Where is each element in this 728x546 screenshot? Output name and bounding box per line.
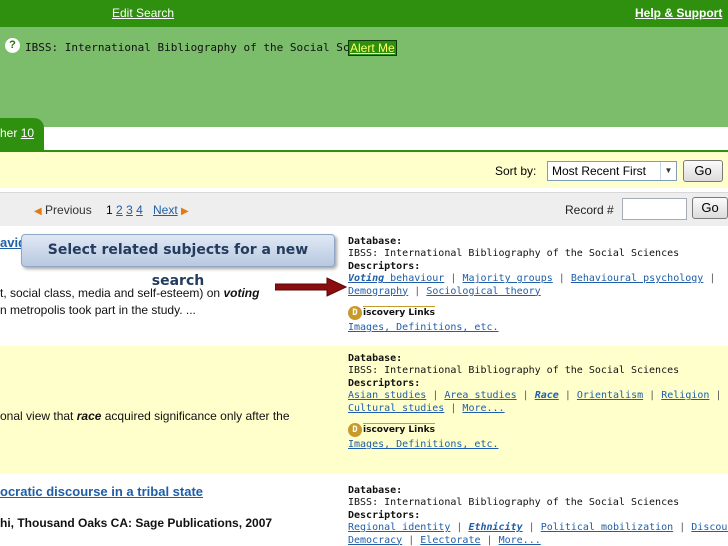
- descriptor-links: Democracy | Electorate | More...: [348, 534, 541, 546]
- sort-select[interactable]: Most Recent First ▼: [547, 161, 677, 181]
- tab-count[interactable]: 10: [21, 126, 34, 140]
- page-numbers: 1 2 3 4: [106, 203, 143, 217]
- chevron-down-icon[interactable]: ▼: [660, 162, 676, 180]
- descriptor-link[interactable]: Behavioural psychology: [571, 273, 703, 284]
- sort-go-button[interactable]: Go: [683, 160, 723, 182]
- sort-label: Sort by:: [495, 164, 537, 178]
- descriptor-link[interactable]: Democracy: [348, 535, 402, 546]
- more-descriptors-link[interactable]: More...: [462, 403, 504, 414]
- page-number-link[interactable]: 3: [126, 203, 133, 217]
- help-icon[interactable]: ?: [5, 38, 20, 53]
- left-arrow-icon: ◀: [34, 206, 42, 217]
- next-label[interactable]: Next: [153, 203, 178, 217]
- result-metadata: Database: IBSS: International Bibliograp…: [348, 353, 721, 451]
- result-snippet: n metropolis took part in the study. ...: [0, 303, 196, 317]
- result-metadata: Database: IBSS: International Bibliograp…: [348, 236, 715, 334]
- descriptor-link[interactable]: Religion: [661, 390, 709, 401]
- result-row: ocratic discourse in a tribal state hi, …: [0, 474, 728, 546]
- descriptor-link[interactable]: Demography: [348, 286, 408, 297]
- descriptors-label: Descriptors:: [348, 377, 421, 389]
- result-publisher: hi, Thousand Oaks CA: Sage Publications,…: [0, 516, 273, 530]
- help-support-link[interactable]: Help & Support: [635, 6, 722, 20]
- pagination-bar: ◀ Previous 1 2 3 4 Next ▶ Record #: [0, 192, 728, 226]
- descriptor-link[interactable]: Asian studies: [348, 390, 426, 401]
- descriptor-link[interactable]: Political mobilization: [541, 522, 673, 533]
- descriptor-link[interactable]: Majority groups: [462, 273, 552, 284]
- descriptor-links: Demography | Sociological theory: [348, 285, 541, 297]
- database-label: Database:: [348, 353, 403, 364]
- alert-me-link[interactable]: Alert Me: [348, 40, 397, 56]
- sort-bar: Sort by: Most Recent First ▼: [0, 152, 728, 188]
- descriptor-links: Regional identity | Ethnicity | Politica…: [348, 522, 728, 534]
- descriptor-link[interactable]: Orientalism: [577, 390, 643, 401]
- record-number-input[interactable]: [622, 198, 687, 220]
- descriptor-link[interactable]: Race: [535, 390, 559, 401]
- discovery-link[interactable]: Images, Definitions, etc.: [348, 322, 715, 334]
- descriptor-link[interactable]: Discourse: [691, 522, 728, 533]
- discovery-links-logo: Discovery Links: [348, 306, 715, 321]
- red-arrow-icon: [275, 277, 347, 297]
- database-name: IBSS: International Bibliography of the …: [25, 41, 390, 54]
- database-banner: ? IBSS: International Bibliography of th…: [0, 27, 728, 127]
- page-number-link[interactable]: 2: [116, 203, 123, 217]
- descriptors-label: Descriptors:: [348, 260, 421, 272]
- discovery-link[interactable]: Images, Definitions, etc.: [348, 439, 721, 451]
- descriptor-link[interactable]: Sociological theory: [426, 286, 540, 297]
- descriptor-link[interactable]: Area studies: [444, 390, 516, 401]
- descriptor-links: Cultural studies | More...: [348, 402, 505, 414]
- discovery-links-label: iscovery Links: [363, 306, 435, 319]
- descriptor-link[interactable]: Electorate: [420, 535, 480, 546]
- database-value: IBSS: International Bibliography of the …: [348, 248, 680, 260]
- descriptor-links: Voting behaviour | Majority groups | Beh…: [348, 273, 716, 285]
- result-title-link[interactable]: ocratic discourse in a tribal state: [0, 484, 203, 499]
- page-number-link[interactable]: 4: [136, 203, 143, 217]
- more-descriptors-link[interactable]: More...: [499, 535, 541, 546]
- discovery-links-logo: Discovery Links: [348, 423, 721, 438]
- result-snippet: t, social class, media and self-esteem) …: [0, 286, 260, 300]
- database-value: IBSS: International Bibliography of the …: [348, 365, 680, 377]
- descriptor-link[interactable]: Voting behaviour: [348, 273, 444, 284]
- result-snippet: onal view that race acquired significanc…: [0, 409, 290, 423]
- next-link[interactable]: Next ▶: [153, 203, 189, 217]
- database-label: Database:: [348, 236, 403, 247]
- top-nav-bar: Edit Search Help & Support: [0, 0, 728, 27]
- result-row: onal view that race acquired significanc…: [0, 346, 728, 474]
- annotation-callout: Select related subjects for a new search: [21, 234, 335, 289]
- tab-label: her: [0, 126, 18, 140]
- descriptor-link[interactable]: Ethnicity: [468, 522, 522, 533]
- page-number-current: 1: [106, 203, 113, 217]
- descriptor-link[interactable]: Regional identity: [348, 522, 450, 533]
- sort-selected-value: Most Recent First: [552, 164, 647, 178]
- descriptor-links: Asian studies | Area studies | Race | Or…: [348, 390, 722, 402]
- database-label: Database:: [348, 485, 403, 496]
- record-label: Record #: [565, 203, 614, 217]
- discovery-links-label: iscovery Links: [363, 423, 435, 436]
- edit-search-link[interactable]: Edit Search: [112, 6, 174, 20]
- right-arrow-icon: ▶: [181, 206, 189, 217]
- previous-link[interactable]: ◀ Previous: [34, 203, 92, 217]
- results-tab[interactable]: her 10: [0, 118, 44, 151]
- descriptor-link[interactable]: Cultural studies: [348, 403, 444, 414]
- result-metadata: Database: IBSS: International Bibliograp…: [348, 485, 728, 546]
- previous-label: Previous: [45, 203, 92, 217]
- discovery-d-icon: D: [348, 423, 362, 438]
- discovery-d-icon: D: [348, 306, 362, 321]
- descriptors-label: Descriptors:: [348, 509, 421, 521]
- database-value: IBSS: International Bibliography of the …: [348, 497, 680, 509]
- record-go-button[interactable]: Go: [692, 197, 728, 219]
